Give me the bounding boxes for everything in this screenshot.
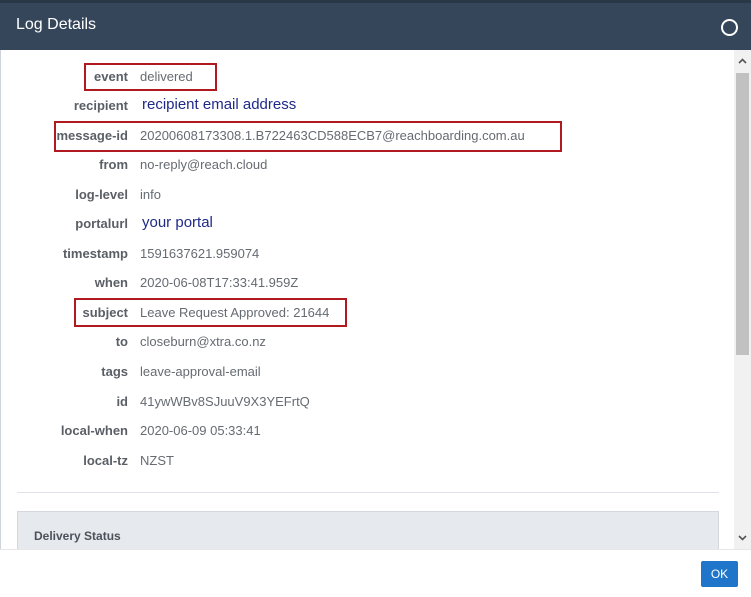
field-value: 2020-06-08T17:33:41.959Z [140,275,299,290]
field-key: from [99,157,128,172]
log-details-content[interactable]: event delivered recipient recipient emai… [0,50,734,549]
ok-button[interactable]: OK [701,561,738,587]
field-value: delivered [140,69,193,84]
field-row-local-tz: local-tz NZST [1,450,721,472]
field-row-portalurl: portalurl your portal [1,213,721,235]
field-row-id: id 41ywWBv8SJuuV9X3YEFrtQ [1,391,721,413]
log-details-dialog: Log Details event delivered recipient re… [0,0,751,597]
field-row-subject: subject Leave Request Approved: 21644 [1,302,721,324]
circle-close-icon[interactable] [721,19,738,36]
field-value: 20200608173308.1.B722463CD588ECB7@reachb… [140,128,525,143]
field-value: Leave Request Approved: 21644 [140,305,330,320]
section-divider [17,492,719,493]
field-value: NZST [140,453,174,468]
field-value: recipient email address [142,96,297,113]
scrollbar-thumb[interactable] [736,73,749,355]
field-key: event [94,69,128,84]
field-key: log-level [75,187,128,202]
dialog-title: Log Details [16,16,97,33]
field-key: message-id [56,128,128,143]
field-value: 2020-06-09 05:33:41 [140,423,261,438]
field-value: 41ywWBv8SJuuV9X3YEFrtQ [140,394,310,409]
field-row-recipient: recipient recipient email address [1,95,721,117]
field-row-log-level: log-level info [1,184,721,206]
field-row-to: to closeburn@xtra.co.nz [1,331,721,353]
field-value: no-reply@reach.cloud [140,157,268,172]
field-value: closeburn@xtra.co.nz [140,334,266,349]
field-value: your portal [142,214,213,231]
field-row-tags: tags leave-approval-email [1,361,721,383]
dialog-footer: OK [0,549,751,597]
field-row-local-when: local-when 2020-06-09 05:33:41 [1,420,721,442]
field-key: timestamp [62,246,128,261]
dialog-titlebar: Log Details [0,0,751,50]
field-key: subject [82,305,128,320]
field-key: local-tz [83,453,128,468]
field-key: id [116,394,128,409]
field-value: 1591637621.959074 [140,246,260,261]
field-row-when: when 2020-06-08T17:33:41.959Z [1,272,721,294]
field-row-message-id: message-id 20200608173308.1.B722463CD588… [1,125,721,147]
field-key: local-when [60,423,128,438]
vertical-scrollbar[interactable] [734,50,751,549]
field-row-timestamp: timestamp 1591637621.959074 [1,243,721,265]
chevron-up-icon[interactable] [737,56,748,67]
field-key: to [115,334,128,349]
field-key: recipient [73,98,128,113]
field-value: leave-approval-email [140,364,261,379]
field-row-from: from no-reply@reach.cloud [1,154,721,176]
field-key: when [94,275,128,290]
delivery-status-title: Delivery Status [34,529,121,543]
chevron-down-icon[interactable] [737,532,748,543]
delivery-status-panel[interactable]: Delivery Status [17,511,719,549]
field-key: portalurl [75,216,128,231]
field-key: tags [101,364,128,379]
field-value: info [140,187,161,202]
field-row-event: event delivered [1,66,721,88]
